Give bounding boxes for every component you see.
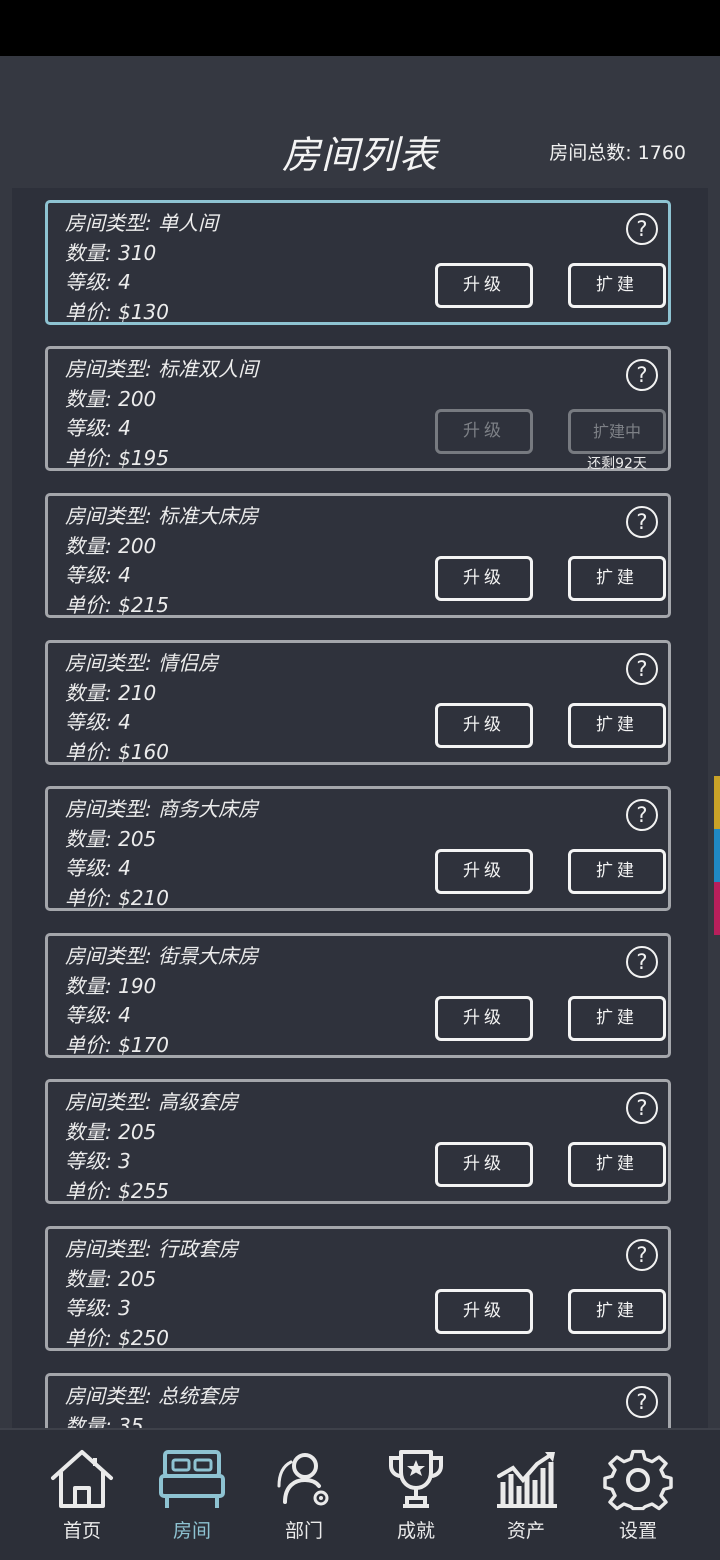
room-type: 房间类型: 商务大床房 bbox=[65, 797, 259, 821]
room-count: 数量: 200 bbox=[65, 386, 157, 411]
header: 房间列表 房间总数: 1760 bbox=[0, 56, 720, 190]
room-price: 单价: $210 bbox=[65, 885, 169, 910]
expand-button[interactable]: 扩建 bbox=[568, 703, 666, 748]
side-tab-magenta[interactable] bbox=[714, 882, 720, 935]
department-icon bbox=[277, 1453, 329, 1506]
gear-icon bbox=[603, 1449, 673, 1511]
room-level: 等级: 4 bbox=[65, 710, 131, 734]
room-card-executive-suite[interactable]: 房间类型: 行政套房 数量: 205 等级: 3 单价: $250 ? 升级 扩… bbox=[45, 1226, 671, 1351]
room-count: 数量: 210 bbox=[65, 680, 157, 705]
room-level: 等级: 4 bbox=[65, 270, 131, 294]
upgrade-button-disabled[interactable]: 升级 bbox=[435, 409, 533, 454]
room-price: 单价: $250 bbox=[65, 1325, 169, 1350]
room-card-business-king[interactable]: 房间类型: 商务大床房 数量: 205 等级: 4 单价: $210 ? 升级 … bbox=[45, 786, 671, 911]
nav-settings[interactable]: 设置 bbox=[593, 1446, 683, 1556]
nav-label-achievements: 成就 bbox=[396, 1520, 435, 1542]
room-level: 等级: 4 bbox=[65, 856, 131, 880]
room-level: 等级: 4 bbox=[65, 1003, 131, 1027]
room-count: 数量: 190 bbox=[65, 973, 157, 998]
upgrade-button[interactable]: 升级 bbox=[435, 556, 533, 601]
room-count: 数量: 205 bbox=[65, 1119, 157, 1144]
help-icon[interactable]: ? bbox=[626, 506, 658, 538]
side-tab-blue[interactable] bbox=[714, 829, 720, 882]
room-price: 单价: $160 bbox=[65, 739, 169, 764]
room-level: 等级: 3 bbox=[65, 1149, 131, 1173]
room-price: 单价: $130 bbox=[65, 299, 169, 324]
room-count: 数量: 35 bbox=[65, 1413, 144, 1429]
room-level: 等级: 4 bbox=[65, 416, 131, 440]
expand-button[interactable]: 扩建 bbox=[568, 996, 666, 1041]
help-icon[interactable]: ? bbox=[626, 1092, 658, 1124]
room-type: 房间类型: 情侣房 bbox=[65, 651, 219, 675]
room-card-deluxe-suite[interactable]: 房间类型: 高级套房 数量: 205 等级: 3 单价: $255 ? 升级 扩… bbox=[45, 1079, 671, 1204]
nav-label-home: 首页 bbox=[62, 1520, 101, 1542]
upgrade-button[interactable]: 升级 bbox=[435, 996, 533, 1041]
status-bar bbox=[0, 0, 720, 56]
help-icon[interactable]: ? bbox=[626, 1239, 658, 1271]
room-type: 房间类型: 总统套房 bbox=[65, 1384, 239, 1408]
help-icon[interactable]: ? bbox=[626, 1386, 658, 1418]
room-level: 等级: 4 bbox=[65, 563, 131, 587]
room-type: 房间类型: 行政套房 bbox=[65, 1237, 239, 1261]
nav-assets[interactable]: 资产 bbox=[481, 1446, 571, 1556]
room-type: 房间类型: 街景大床房 bbox=[65, 944, 259, 968]
room-count: 数量: 310 bbox=[65, 240, 157, 265]
trophy-icon bbox=[389, 1450, 443, 1508]
room-card-single[interactable]: 房间类型: 单人间 数量: 310 等级: 4 单价: $130 ? 升级 扩建 bbox=[45, 200, 671, 325]
nav-achievements[interactable]: 成就 bbox=[371, 1446, 461, 1556]
upgrade-button[interactable]: 升级 bbox=[435, 703, 533, 748]
room-count: 数量: 205 bbox=[65, 826, 157, 851]
side-tab-yellow[interactable] bbox=[714, 776, 720, 829]
room-card-couple[interactable]: 房间类型: 情侣房 数量: 210 等级: 4 单价: $160 ? 升级 扩建 bbox=[45, 640, 671, 765]
help-icon[interactable]: ? bbox=[626, 653, 658, 685]
upgrade-button[interactable]: 升级 bbox=[435, 849, 533, 894]
room-price: 单价: $170 bbox=[65, 1032, 169, 1057]
help-icon[interactable]: ? bbox=[626, 799, 658, 831]
help-icon[interactable]: ? bbox=[626, 946, 658, 978]
room-price: 单价: $255 bbox=[65, 1178, 169, 1203]
room-total-count: 房间总数: 1760 bbox=[549, 142, 686, 164]
bottom-navigation: 首页 房间 部门 成就 资产 设置 bbox=[0, 1428, 720, 1560]
room-count: 数量: 205 bbox=[65, 1266, 157, 1291]
room-type: 房间类型: 单人间 bbox=[65, 211, 219, 235]
help-icon[interactable]: ? bbox=[626, 359, 658, 391]
expand-button[interactable]: 扩建 bbox=[568, 556, 666, 601]
upgrade-button[interactable]: 升级 bbox=[435, 263, 533, 308]
expansion-remaining-time: 还剩92天 bbox=[587, 456, 647, 472]
nav-label-settings: 设置 bbox=[618, 1520, 657, 1542]
room-type: 房间类型: 标准大床房 bbox=[65, 504, 259, 528]
room-card-street-view-king[interactable]: 房间类型: 街景大床房 数量: 190 等级: 4 单价: $170 ? 升级 … bbox=[45, 933, 671, 1058]
expand-button[interactable]: 扩建 bbox=[568, 849, 666, 894]
nav-department[interactable]: 部门 bbox=[259, 1446, 349, 1556]
room-card-presidential-suite[interactable]: 房间类型: 总统套房 数量: 35 ? bbox=[45, 1373, 671, 1428]
help-icon[interactable]: ? bbox=[626, 213, 658, 245]
nav-rooms[interactable]: 房间 bbox=[147, 1446, 237, 1556]
expanding-button-disabled[interactable]: 扩建中 bbox=[568, 409, 666, 454]
upgrade-button[interactable]: 升级 bbox=[435, 1289, 533, 1334]
home-icon bbox=[51, 1450, 113, 1508]
upgrade-button[interactable]: 升级 bbox=[435, 1142, 533, 1187]
room-card-standard-twin[interactable]: 房间类型: 标准双人间 数量: 200 等级: 4 单价: $195 ? 升级 … bbox=[45, 346, 671, 472]
nav-label-rooms: 房间 bbox=[172, 1520, 211, 1542]
room-level: 等级: 3 bbox=[65, 1296, 131, 1320]
nav-home[interactable]: 首页 bbox=[37, 1446, 127, 1556]
room-price: 单价: $215 bbox=[65, 592, 169, 617]
expand-button[interactable]: 扩建 bbox=[568, 1289, 666, 1334]
room-count: 数量: 200 bbox=[65, 533, 157, 558]
side-color-tabs[interactable] bbox=[714, 776, 720, 935]
nav-label-assets: 资产 bbox=[506, 1520, 545, 1542]
room-card-standard-king[interactable]: 房间类型: 标准大床房 数量: 200 等级: 4 单价: $215 ? 升级 … bbox=[45, 493, 671, 618]
room-list[interactable]: 房间类型: 单人间 数量: 310 等级: 4 单价: $130 ? 升级 扩建… bbox=[12, 188, 708, 1428]
room-type: 房间类型: 高级套房 bbox=[65, 1090, 239, 1114]
chart-icon bbox=[497, 1452, 557, 1508]
expand-button[interactable]: 扩建 bbox=[568, 263, 666, 308]
room-type: 房间类型: 标准双人间 bbox=[65, 357, 259, 381]
bed-icon bbox=[159, 1450, 225, 1508]
room-price: 单价: $195 bbox=[65, 445, 169, 470]
expand-button[interactable]: 扩建 bbox=[568, 1142, 666, 1187]
nav-label-department: 部门 bbox=[284, 1520, 323, 1542]
